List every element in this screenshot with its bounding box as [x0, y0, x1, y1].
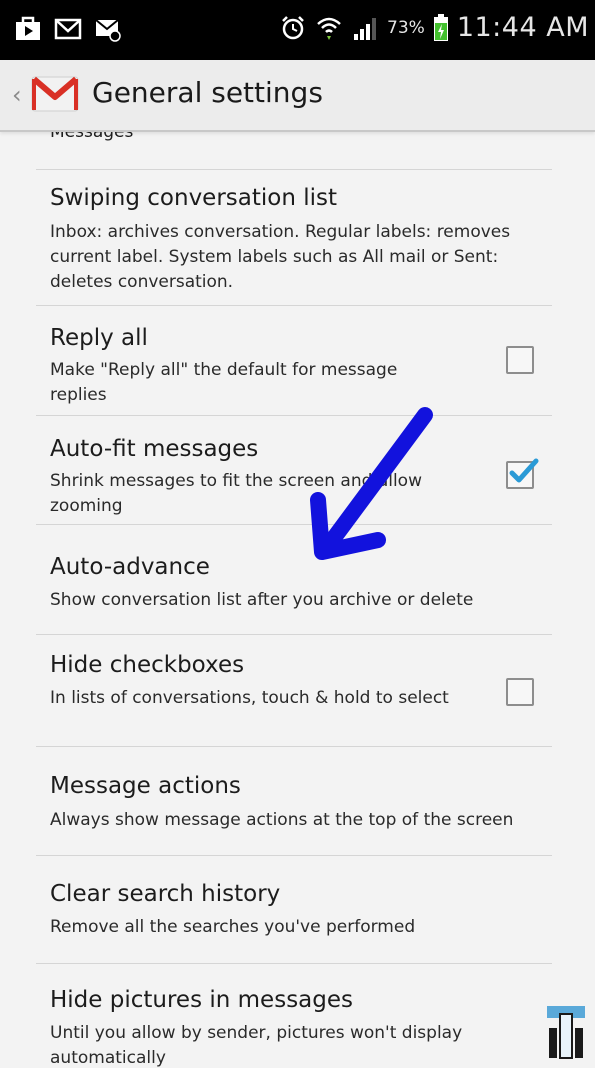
partial-item-label: Messages — [50, 132, 134, 142]
action-bar: ‹ General settings — [0, 60, 595, 132]
setting-hide-checkboxes[interactable]: Hide checkboxes In lists of conversation… — [36, 634, 552, 747]
battery-percent: 73% — [387, 17, 425, 38]
setting-subtitle: Remove all the searches you've performed — [50, 917, 416, 937]
setting-reply-all[interactable]: Reply all Make "Reply all" the default f… — [36, 305, 552, 416]
setting-message-actions[interactable]: Message actions Always show message acti… — [36, 746, 552, 856]
reply-all-checkbox[interactable] — [506, 346, 534, 374]
setting-title: Message actions — [50, 773, 241, 799]
setting-title: Hide pictures in messages — [50, 987, 353, 1013]
gmail-logo-icon[interactable] — [30, 73, 80, 115]
setting-auto-advance[interactable]: Auto-advance Show conversation list afte… — [36, 524, 552, 635]
auto-fit-checkbox[interactable] — [506, 458, 539, 489]
setting-title: Auto-fit messages — [50, 436, 259, 462]
wifi-icon — [317, 17, 341, 40]
page-title: General settings — [92, 76, 323, 109]
status-bar: 73% 11:44 AM — [0, 0, 595, 60]
back-chevron-icon[interactable]: ‹ — [12, 81, 22, 109]
setting-title: Clear search history — [50, 881, 281, 907]
watermark-logo-icon — [547, 1006, 585, 1059]
clock: 11:44 AM — [456, 12, 589, 43]
setting-title: Hide checkboxes — [50, 652, 245, 678]
play-store-icon — [16, 16, 40, 40]
partial-list-item[interactable]: Messages — [36, 132, 552, 170]
setting-subtitle: In lists of conversations, touch & hold … — [50, 688, 449, 708]
setting-swiping-conversation-list[interactable]: Swiping conversation list Inbox: archive… — [36, 169, 552, 306]
settings-list[interactable]: Messages Swiping conversation list Inbox… — [0, 132, 595, 1068]
annotation-arrow-icon — [310, 407, 433, 560]
email-notification-icon — [95, 19, 121, 42]
signal-strength-icon — [354, 17, 377, 40]
setting-title: Swiping conversation list — [50, 185, 338, 211]
setting-title: Reply all — [50, 325, 148, 351]
setting-subtitle: Until you allow by sender, pictures won'… — [50, 1023, 463, 1068]
battery-charging-icon — [433, 13, 448, 41]
alarm-icon — [282, 15, 304, 39]
gmail-notification-icon — [54, 18, 82, 40]
setting-auto-fit-messages[interactable]: Auto-fit messages Shrink messages to fit… — [36, 415, 552, 525]
setting-hide-pictures[interactable]: Hide pictures in messages Until you allo… — [36, 963, 552, 1068]
setting-subtitle: Always show message actions at the top o… — [50, 810, 514, 830]
setting-subtitle: Show conversation list after you archive… — [50, 590, 474, 610]
setting-title: Auto-advance — [50, 554, 210, 580]
hide-checkboxes-checkbox[interactable] — [506, 678, 534, 706]
setting-clear-search-history[interactable]: Clear search history Remove all the sear… — [36, 855, 552, 964]
checkmark-icon — [509, 458, 539, 483]
setting-subtitle: Inbox: archives conversation. Regular la… — [50, 222, 511, 292]
